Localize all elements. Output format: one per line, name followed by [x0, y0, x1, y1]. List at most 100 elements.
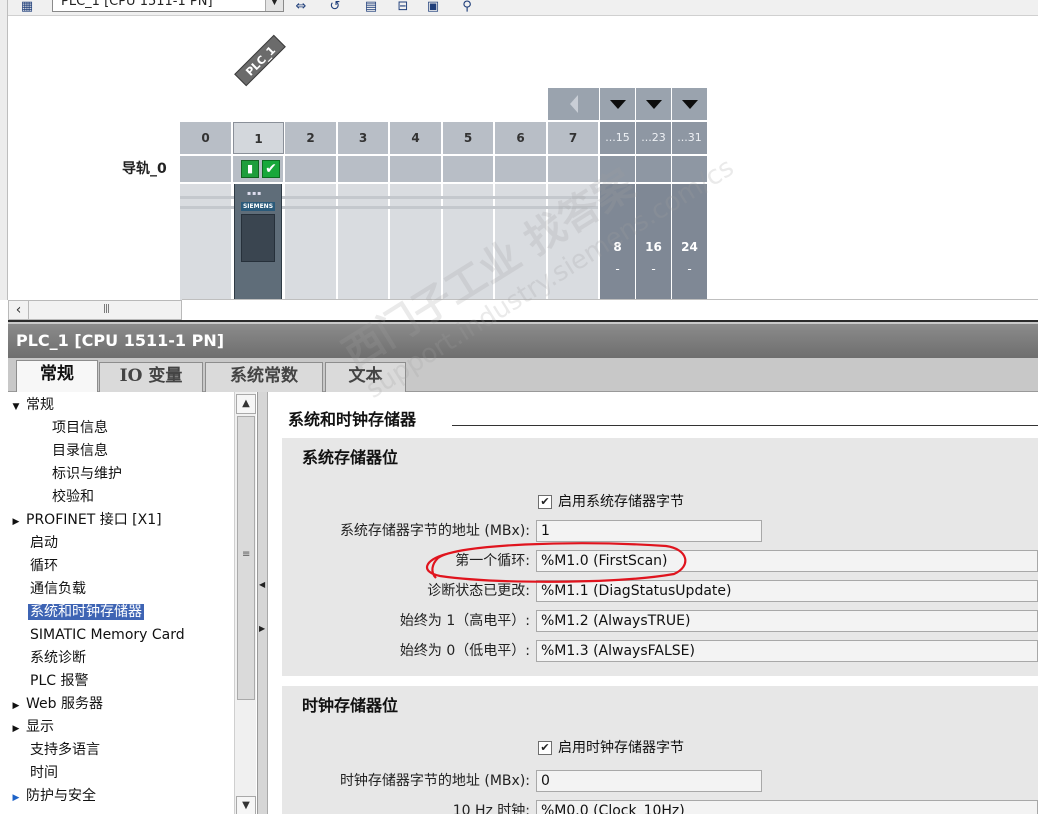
- nav-item-protection-security[interactable]: ▶ 防护与安全: [8, 785, 98, 807]
- horizontal-scrollbar[interactable]: ‹ |||: [8, 300, 182, 320]
- nav-item-identification[interactable]: 标识与维护: [50, 463, 124, 485]
- device-select[interactable]: PLC_1 [CPU 1511-1 PN] ▼: [52, 0, 284, 12]
- nav-item-cycle[interactable]: 循环: [28, 555, 60, 577]
- slot-mid-7[interactable]: [548, 156, 599, 182]
- nav-item-plc-alarms[interactable]: PLC 报警: [28, 670, 90, 692]
- slot-header-3[interactable]: 3: [338, 122, 389, 154]
- properties-content: 系统和时钟存储器 系统存储器位 ✔ 启用系统存储器字节 系统存储器字节的地址 (…: [268, 392, 1038, 814]
- nav-item-label: 通信负载: [30, 581, 86, 597]
- ext-slot-header[interactable]: ...23: [636, 122, 671, 154]
- chevron-right-icon[interactable]: ▶: [8, 511, 24, 533]
- ext-slot-mid[interactable]: [600, 156, 635, 182]
- nav-item-general[interactable]: ▼ 常规: [8, 394, 56, 416]
- slot-header-1[interactable]: 1: [233, 122, 284, 154]
- nav-item-label: 显示: [26, 719, 54, 735]
- nav-item-checksums[interactable]: 校验和: [50, 486, 96, 508]
- slot-body-6[interactable]: [495, 184, 547, 300]
- collapse-left-button[interactable]: [548, 88, 599, 120]
- scroll-left-icon[interactable]: ‹: [9, 301, 29, 319]
- cpu-module[interactable]: ▪▪▪ SIEMENS: [234, 184, 282, 300]
- nav-item-startup[interactable]: 启动: [28, 532, 60, 554]
- chevron-right-icon[interactable]: ▶: [8, 718, 24, 740]
- slot-header-5[interactable]: 5: [443, 122, 494, 154]
- zoom-icon[interactable]: ⚲: [456, 0, 478, 14]
- ext-slot-body[interactable]: 8 -: [600, 184, 635, 300]
- slot-mid-4[interactable]: [390, 156, 442, 182]
- system-memory-address-input[interactable]: 1: [536, 520, 762, 542]
- fit-width-icon[interactable]: ⇔: [290, 0, 312, 14]
- nav-item-time[interactable]: 时间: [28, 762, 60, 784]
- ext-slot-header[interactable]: ...31: [672, 122, 707, 154]
- chevron-right-icon[interactable]: ▶: [8, 695, 24, 717]
- slot-mid-3[interactable]: [338, 156, 389, 182]
- clock-memory-address-input[interactable]: 0: [536, 770, 762, 792]
- always-true-input[interactable]: %M1.2 (AlwaysTRUE): [536, 610, 1038, 632]
- undo-layout-icon[interactable]: ↺: [324, 0, 346, 14]
- plc-tag[interactable]: PLC_1: [234, 34, 286, 87]
- clock-memory-panel: 时钟存储器位 ✔ 启用时钟存储器字节 时钟存储器字节的地址 (MBx): 0 1…: [282, 686, 1038, 814]
- nav-item-system-clock-memory[interactable]: 系统和时钟存储器: [28, 601, 144, 623]
- nav-item-web-server[interactable]: ▶ Web 服务器: [8, 693, 105, 715]
- slot-header-4[interactable]: 4: [390, 122, 442, 154]
- nav-item-catalog-info[interactable]: 目录信息: [50, 440, 110, 462]
- slot-header-2[interactable]: 2: [285, 122, 337, 154]
- chevron-down-icon[interactable]: ▼: [8, 396, 24, 418]
- ext-slot-mid[interactable]: [672, 156, 707, 182]
- ext-slot-body[interactable]: 24 -: [672, 184, 707, 300]
- slot-body-4[interactable]: [390, 184, 442, 300]
- tab-general[interactable]: 常规: [16, 360, 98, 393]
- enable-system-memory-checkbox[interactable]: ✔: [538, 495, 552, 509]
- nav-item-multilingual[interactable]: 支持多语言: [28, 739, 102, 761]
- slot-body-3[interactable]: [338, 184, 389, 300]
- expand-slots-8-15-button[interactable]: [600, 88, 635, 120]
- slot-body-0[interactable]: [180, 184, 232, 300]
- slot-body-7[interactable]: [548, 184, 599, 300]
- clock-10hz-input[interactable]: %M0.0 (Clock_10Hz): [536, 800, 1038, 814]
- nav-item-comm-load[interactable]: 通信负载: [28, 578, 88, 600]
- nav-item-display[interactable]: ▶ 显示: [8, 716, 56, 738]
- scroll-up-icon[interactable]: ▲: [236, 394, 256, 414]
- show-labels-icon[interactable]: ▤: [360, 0, 382, 14]
- nav-item-system-diagnostics[interactable]: 系统诊断: [28, 647, 88, 669]
- scroll-down-icon[interactable]: ▼: [236, 796, 256, 814]
- nav-item-profinet[interactable]: ▶ PROFINET 接口 [X1]: [8, 509, 164, 531]
- ext-slot-header[interactable]: ...15: [600, 122, 635, 154]
- diag-status-input[interactable]: %M1.1 (DiagStatusUpdate): [536, 580, 1038, 602]
- tab-system-constants[interactable]: 系统常数: [205, 362, 323, 392]
- page-break-icon[interactable]: ⊟: [392, 0, 414, 14]
- expand-right-icon[interactable]: ▶: [259, 624, 265, 633]
- slot-header-0[interactable]: 0: [180, 122, 232, 154]
- slot-body-5[interactable]: [443, 184, 494, 300]
- slot-header-6[interactable]: 6: [495, 122, 547, 154]
- ext-slot-mid[interactable]: [636, 156, 671, 182]
- ext-slot-dash: -: [615, 262, 620, 276]
- scroll-thumb[interactable]: ≡: [237, 416, 255, 700]
- expand-slots-16-23-button[interactable]: [636, 88, 671, 120]
- overview-icon[interactable]: ▣: [422, 0, 444, 14]
- nav-item-project-info[interactable]: 项目信息: [50, 417, 110, 439]
- scroll-grip-icon: ≡: [242, 549, 251, 560]
- slot-header-7[interactable]: 7: [548, 122, 599, 154]
- always-false-input[interactable]: %M1.3 (AlwaysFALSE): [536, 640, 1038, 662]
- pane-splitter[interactable]: ◀ ▶: [258, 392, 268, 814]
- slot-mid-5[interactable]: [443, 156, 494, 182]
- enable-system-memory-row[interactable]: ✔ 启用系统存储器字节: [538, 492, 684, 512]
- nav-item-memory-card[interactable]: SIMATIC Memory Card: [28, 624, 187, 646]
- network-view-icon[interactable]: ▦: [16, 0, 38, 14]
- ext-slot-body[interactable]: 16 -: [636, 184, 671, 300]
- slot-mid-2[interactable]: [285, 156, 337, 182]
- tab-texts[interactable]: 文本: [325, 362, 406, 392]
- collapse-left-icon[interactable]: ◀: [259, 580, 265, 589]
- slot-mid-6[interactable]: [495, 156, 547, 182]
- chevron-down-icon[interactable]: ▼: [265, 0, 283, 11]
- expand-slots-24-31-button[interactable]: [672, 88, 707, 120]
- enable-clock-memory-row[interactable]: ✔ 启用时钟存储器字节: [538, 738, 684, 758]
- tab-io-tags[interactable]: IO 变量: [99, 362, 203, 392]
- enable-clock-memory-checkbox[interactable]: ✔: [538, 741, 552, 755]
- slot-body-2[interactable]: [285, 184, 337, 300]
- first-cycle-input[interactable]: %M1.0 (FirstScan): [536, 550, 1038, 572]
- nav-item-label: 系统和时钟存储器: [28, 604, 144, 620]
- chevron-right-icon[interactable]: ▶: [8, 787, 24, 809]
- slot-mid-0[interactable]: [180, 156, 232, 182]
- nav-tree-scrollbar[interactable]: ▲ ≡ ▼: [234, 392, 256, 814]
